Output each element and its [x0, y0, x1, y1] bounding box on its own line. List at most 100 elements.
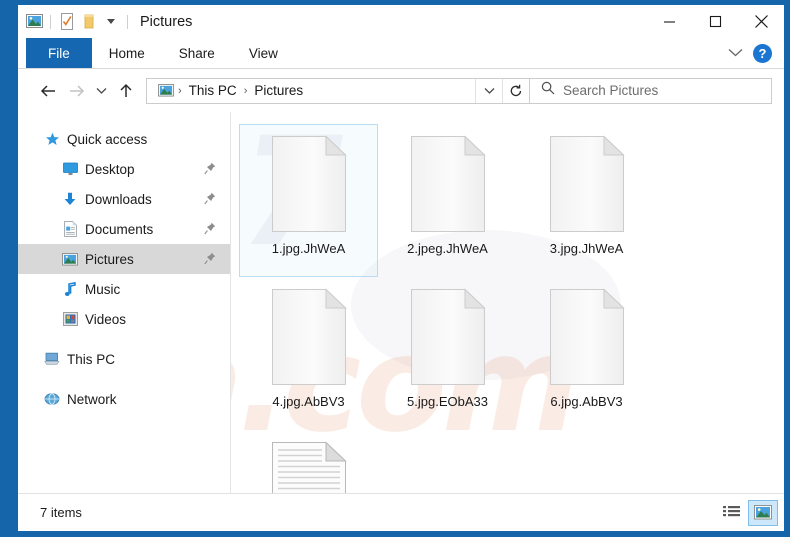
explorer-body: Quick access Desktop Downloads Documents…	[18, 112, 784, 493]
title-bar: Pictures	[18, 5, 784, 38]
breadcrumb: › This PC › Pictures	[147, 80, 475, 102]
file-list-pane[interactable]: 7 ish.com	[230, 112, 784, 493]
qat-separator-1	[50, 14, 51, 29]
file-item[interactable]: 4.jpg.AbBV3	[239, 277, 378, 430]
blank-file-icon	[409, 134, 487, 234]
qat-separator-2	[127, 14, 128, 29]
file-item[interactable]: 3.jpg.JhWeA	[517, 124, 656, 277]
sidebar-label: Documents	[85, 221, 154, 237]
file-name: 2.jpeg.JhWeA	[407, 241, 488, 256]
file-grid: 1.jpg.JhWeA 2.jpeg.JhWeA 3.jpg.JhWeA 4.j…	[231, 112, 784, 493]
window-inner: Pictures File Home Share View ? › This P…	[18, 5, 784, 531]
details-view-button[interactable]	[716, 500, 746, 526]
blank-file-icon	[270, 287, 348, 387]
up-button[interactable]	[112, 77, 140, 105]
videos-icon	[62, 311, 78, 327]
sidebar-label: Quick access	[67, 131, 148, 147]
breadcrumb-pictures[interactable]: Pictures	[250, 83, 307, 98]
this-pc-icon	[44, 351, 60, 367]
blank-file-icon	[409, 287, 487, 387]
music-icon	[62, 281, 78, 297]
breadcrumb-this-pc[interactable]: This PC	[185, 83, 241, 98]
pin-icon[interactable]	[204, 222, 216, 236]
tab-view[interactable]: View	[232, 38, 295, 68]
forward-button[interactable]	[62, 77, 90, 105]
pictures-icon	[62, 251, 78, 267]
sidebar-item-this-pc[interactable]: This PC	[18, 344, 230, 374]
explorer-window: Pictures File Home Share View ? › This P…	[0, 0, 790, 537]
pictures-folder-icon[interactable]	[23, 11, 45, 33]
sidebar-label: Network	[67, 391, 117, 407]
breadcrumb-separator-2: ›	[243, 84, 248, 97]
sidebar-item-pictures[interactable]: Pictures	[18, 244, 230, 274]
sidebar-label: Downloads	[85, 191, 152, 207]
sidebar-item-downloads[interactable]: Downloads	[18, 184, 230, 214]
star-icon	[44, 131, 60, 147]
file-item[interactable]: 2.jpeg.JhWeA	[378, 124, 517, 277]
window-title: Pictures	[140, 13, 193, 30]
refresh-button[interactable]	[502, 78, 529, 103]
close-icon[interactable]	[738, 5, 784, 38]
pin-icon[interactable]	[204, 162, 216, 176]
search-input[interactable]: Search Pictures	[530, 77, 772, 104]
pin-icon[interactable]	[204, 192, 216, 206]
ribbon-right-controls: ?	[728, 38, 780, 68]
sidebar-gap-1	[18, 334, 230, 344]
sidebar-label: This PC	[67, 351, 116, 367]
file-name: 5.jpg.EObA33	[407, 394, 488, 409]
window-controls	[646, 5, 784, 38]
text-file-icon	[270, 440, 348, 493]
sidebar-item-network[interactable]: Network	[18, 384, 230, 414]
item-count: 7 items	[40, 505, 82, 520]
sidebar-item-videos[interactable]: Videos	[18, 304, 230, 334]
address-dropdown-icon[interactable]	[475, 78, 502, 103]
file-name: 3.jpg.JhWeA	[549, 241, 624, 256]
sidebar-label: Desktop	[85, 161, 135, 177]
search-placeholder: Search Pictures	[563, 83, 659, 98]
quick-access-toolbar	[18, 11, 133, 33]
back-button[interactable]	[34, 77, 62, 105]
search-icon	[541, 81, 555, 100]
sidebar-label: Videos	[85, 311, 127, 327]
file-item[interactable]: RECOVER-FILES.txt	[239, 430, 378, 493]
minimize-icon[interactable]	[646, 5, 692, 38]
tab-file[interactable]: File	[26, 38, 92, 68]
file-name: 6.jpg.AbBV3	[550, 394, 623, 409]
sidebar-gap-2	[18, 374, 230, 384]
pin-icon[interactable]	[204, 252, 216, 266]
desktop-icon	[62, 161, 78, 177]
expand-ribbon-chevron-icon[interactable]	[728, 44, 743, 62]
blank-file-icon	[548, 287, 626, 387]
file-item[interactable]: 6.jpg.AbBV3	[517, 277, 656, 430]
maximize-icon[interactable]	[692, 5, 738, 38]
sidebar-item-quick-access[interactable]: Quick access	[18, 124, 230, 154]
customize-qat-chevron-icon[interactable]	[100, 11, 122, 33]
downloads-icon	[62, 191, 78, 207]
sidebar-label: Music	[85, 281, 121, 297]
sidebar-item-desktop[interactable]: Desktop	[18, 154, 230, 184]
blank-file-icon	[548, 134, 626, 234]
breadcrumb-separator-1: ›	[178, 84, 182, 97]
file-name: 1.jpg.JhWeA	[271, 241, 346, 256]
properties-icon[interactable]	[56, 11, 78, 33]
address-bar: › This PC › Pictures Search Pictures	[18, 69, 784, 112]
file-item[interactable]: 5.jpg.EObA33	[378, 277, 517, 430]
file-name: 4.jpg.AbBV3	[272, 394, 345, 409]
tab-home[interactable]: Home	[92, 38, 162, 68]
ribbon-tabs: File Home Share View ?	[18, 38, 784, 69]
tab-share[interactable]: Share	[162, 38, 232, 68]
large-icons-view-button[interactable]	[748, 499, 778, 526]
sidebar-label: Pictures	[85, 251, 134, 267]
recent-locations-chevron-icon[interactable]	[90, 77, 112, 105]
blank-file-icon	[270, 134, 348, 234]
navigation-pane: Quick access Desktop Downloads Documents…	[18, 112, 230, 493]
status-bar: 7 items	[18, 493, 784, 531]
help-button[interactable]: ?	[753, 43, 772, 63]
address-field[interactable]: › This PC › Pictures	[146, 77, 530, 104]
new-folder-icon[interactable]	[78, 11, 100, 33]
breadcrumb-pictures-icon	[157, 80, 175, 102]
network-icon	[44, 391, 60, 407]
sidebar-item-documents[interactable]: Documents	[18, 214, 230, 244]
file-item[interactable]: 1.jpg.JhWeA	[239, 124, 378, 277]
sidebar-item-music[interactable]: Music	[18, 274, 230, 304]
